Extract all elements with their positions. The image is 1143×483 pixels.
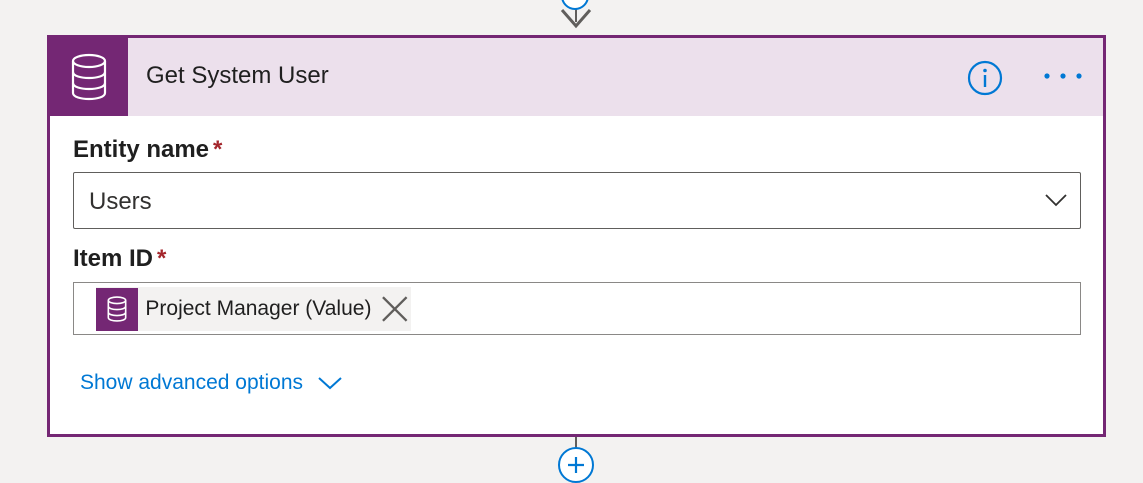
insert-step-button[interactable] — [558, 447, 594, 483]
entity-name-dropdown[interactable]: Users — [73, 172, 1081, 229]
more-options-icon[interactable] — [1042, 68, 1084, 84]
item-id-input[interactable]: Project Manager (Value) — [73, 282, 1081, 335]
token-label: Project Manager (Value) — [145, 297, 372, 320]
dynamic-content-token[interactable]: Project Manager (Value) — [96, 287, 411, 331]
required-mark: * — [213, 136, 223, 163]
show-advanced-options-label: Show advanced options — [80, 371, 303, 394]
plus-icon — [568, 457, 584, 473]
required-mark: * — [157, 245, 167, 272]
action-card: Get System User Entity name * Users Item … — [47, 35, 1106, 437]
card-title: Get System User — [146, 62, 329, 89]
database-icon — [107, 296, 127, 322]
entity-name-label-text: Entity name — [73, 136, 210, 163]
token-icon-box — [96, 287, 139, 331]
card-header[interactable]: Get System User — [50, 38, 1103, 116]
action-icon-box — [50, 38, 128, 116]
info-icon[interactable] — [967, 60, 1003, 96]
database-icon — [71, 53, 107, 101]
chevron-down-icon — [1045, 194, 1067, 207]
entity-name-label: Entity name * — [73, 136, 222, 164]
close-icon[interactable] — [379, 293, 411, 325]
item-id-label: Item ID * — [73, 245, 166, 273]
item-id-label-text: Item ID — [73, 245, 154, 272]
chevron-down-icon — [318, 377, 342, 390]
show-advanced-options-link[interactable]: Show advanced options — [80, 371, 343, 395]
arrow-down-icon — [560, 9, 592, 29]
entity-name-value: Users — [89, 188, 152, 215]
